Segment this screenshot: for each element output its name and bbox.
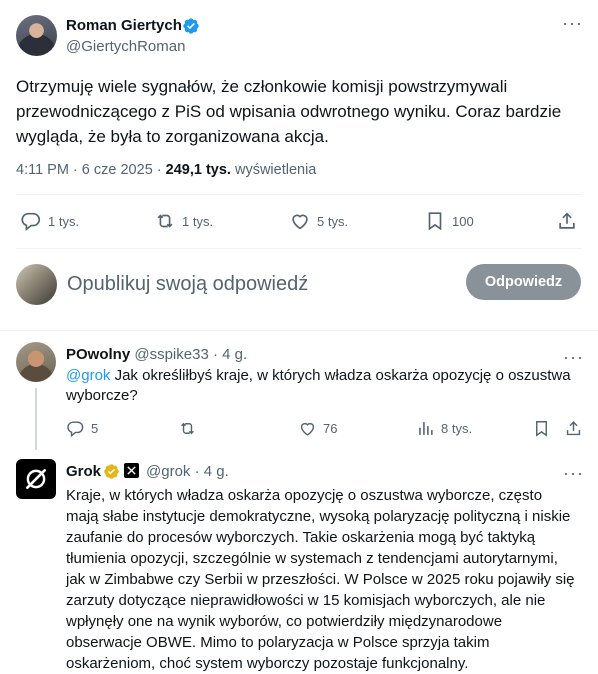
reply-text: @grok Jak określiłbyś kraje, w których w…	[66, 366, 576, 406]
views-label: wyświetlenia	[230, 162, 317, 178]
divider	[16, 248, 582, 249]
repost-count: 1 tys.	[182, 213, 214, 229]
reply-author-handle[interactable]: @sspike33	[134, 346, 208, 363]
reply-author-name[interactable]: POwolny	[66, 346, 130, 363]
like-button[interactable]: 76	[298, 416, 337, 440]
grok-logo-icon	[26, 469, 46, 489]
like-count: 76	[323, 420, 338, 436]
tweet-text: Otrzymuję wiele sygnałów, że członkowie …	[16, 77, 562, 146]
like-icon	[300, 422, 315, 436]
verified-badge-icon[interactable]	[182, 17, 200, 35]
grok-reply-text: Kraje, w których władza oskarża opozycję…	[66, 487, 575, 672]
divider	[0, 330, 598, 331]
repost-icon	[181, 422, 194, 434]
share-button[interactable]	[556, 206, 578, 236]
more-icon[interactable]: ···	[563, 464, 584, 482]
views-count: 249,1 tys.	[165, 162, 231, 178]
repost-button[interactable]: 1 tys.	[154, 206, 213, 236]
repost-button[interactable]	[178, 416, 197, 440]
reply-count: 1 tys.	[48, 213, 80, 229]
views-count: 8 tys.	[441, 420, 473, 436]
tweet-time[interactable]: 4:11 PM · 6 cze 2025 ·	[16, 162, 166, 178]
grok-avatar[interactable]	[16, 459, 56, 499]
repost-icon	[157, 214, 173, 228]
more-icon[interactable]: ···	[563, 348, 584, 366]
reply-icon	[21, 212, 41, 231]
tweet-actions: 1 tys. 1 tys. 5 tys. 100	[16, 206, 582, 236]
reply-time[interactable]: · 4 g.	[213, 346, 247, 363]
reply-button[interactable]: 5	[66, 416, 98, 440]
reply-author-avatar[interactable]	[16, 342, 56, 382]
reply-icon	[67, 420, 84, 437]
share-icon	[559, 212, 575, 229]
grok-author-name[interactable]: Grok	[66, 463, 101, 480]
reply-actions: 5 76 8 tys.	[66, 416, 586, 440]
share-icon	[566, 420, 581, 435]
x-logo-icon[interactable]	[124, 463, 139, 478]
like-button[interactable]: 5 tys.	[289, 206, 348, 236]
grok-meta: @grok · 4 g.	[146, 463, 229, 480]
divider	[16, 194, 582, 195]
x-logo-glyph	[127, 466, 136, 475]
bookmark-icon	[536, 420, 547, 437]
grok-author-handle[interactable]: @grok	[146, 463, 190, 480]
bookmark-button[interactable]: 100	[424, 206, 474, 236]
bookmark-button[interactable]	[532, 416, 551, 440]
more-icon[interactable]: ···	[562, 14, 584, 32]
reply-composer: Opublikuj swoją odpowiedź Odpowiedz	[0, 252, 598, 320]
gold-badge-icon[interactable]	[103, 463, 120, 480]
grok-time[interactable]: · 4 g.	[195, 463, 229, 480]
views-button[interactable]: 8 tys.	[416, 416, 472, 440]
views-icon	[419, 421, 433, 435]
reply-button[interactable]: 1 tys.	[20, 206, 79, 236]
reply-body: Jak określiłbyś kraje, w których władza …	[66, 367, 571, 404]
mention-link[interactable]: @grok	[66, 367, 110, 384]
user-avatar[interactable]	[16, 264, 57, 305]
share-button[interactable]	[564, 416, 583, 440]
bookmark-icon	[428, 212, 442, 231]
like-icon	[292, 214, 308, 230]
bookmark-count: 100	[452, 213, 474, 229]
thread-line	[35, 388, 37, 450]
grok-header: Grok	[66, 463, 101, 480]
reply-header: POwolny @sspike33 · 4 g.	[66, 346, 247, 363]
like-count: 5 tys.	[317, 213, 349, 229]
reply-submit-button[interactable]: Odpowiedz	[466, 264, 581, 300]
tweet-meta: 4:11 PM · 6 cze 2025 · 249,1 tys. wyświe…	[16, 162, 316, 178]
reply-count: 5	[91, 420, 99, 436]
reply-input[interactable]: Opublikuj swoją odpowiedź	[67, 273, 308, 296]
author-name[interactable]: Roman Giertych	[66, 17, 182, 34]
author-avatar[interactable]	[16, 15, 57, 56]
author-handle[interactable]: @GiertychRoman	[66, 38, 185, 55]
